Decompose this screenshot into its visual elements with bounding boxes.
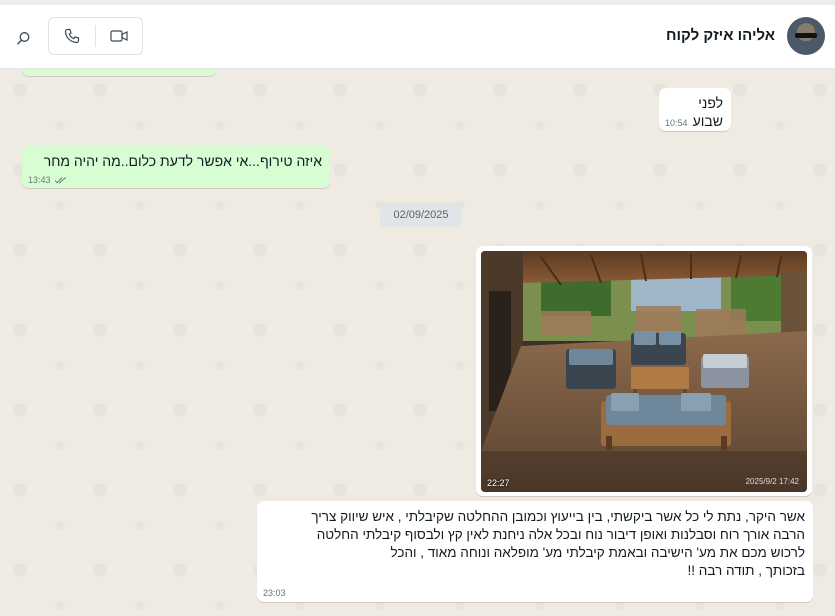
message-meta: 13:43 bbox=[28, 175, 67, 185]
partial-message-bubble[interactable] bbox=[22, 70, 216, 76]
voice-call-icon bbox=[64, 28, 80, 44]
date-divider: 02/09/2025 bbox=[380, 203, 462, 227]
message-time: 10:54 bbox=[665, 118, 688, 128]
contact-name[interactable]: אליהו איזק לקוח bbox=[666, 27, 775, 44]
message-time: 13:43 bbox=[28, 175, 51, 185]
voice-call-button[interactable] bbox=[49, 18, 95, 54]
patio-photo[interactable]: 22:27 2025/9/2 17:42 bbox=[481, 251, 807, 492]
search-button[interactable] bbox=[12, 27, 34, 49]
photo-time: 22:27 bbox=[487, 478, 510, 488]
message-time: 23:03 bbox=[263, 588, 286, 598]
chat-area[interactable]: לפני שבוע 10:54 איזה טירוף...אי אפשר לדע… bbox=[0, 70, 835, 616]
message-text: אשר היקר, נתת לי כל אשר ביקשתי, בין בייע… bbox=[311, 509, 805, 578]
message-bubble-incoming[interactable]: לפני שבוע 10:54 bbox=[659, 88, 731, 131]
call-button-group bbox=[48, 17, 143, 55]
long-message-bubble[interactable]: אשר היקר, נתת לי כל אשר ביקשתי, בין בייע… bbox=[257, 501, 813, 602]
video-call-button[interactable] bbox=[96, 18, 142, 54]
message-text: איזה טירוף...אי אפשר לדעת כלום..מה יהיה … bbox=[43, 153, 322, 169]
photo-message-bubble[interactable]: 22:27 2025/9/2 17:42 bbox=[476, 246, 812, 496]
video-call-icon bbox=[110, 30, 128, 42]
read-ticks-icon bbox=[54, 177, 66, 184]
patio-photo-illustration bbox=[481, 251, 807, 492]
message-bubble-outgoing[interactable]: איזה טירוף...אי אפשר לדעת כלום..מה יהיה … bbox=[22, 146, 330, 188]
photo-date-stamp: 2025/9/2 17:42 bbox=[745, 477, 799, 486]
avatar-glasses bbox=[795, 33, 817, 38]
chat-header: אליהו איזק לקוח bbox=[0, 5, 835, 69]
contact-avatar[interactable] bbox=[787, 17, 825, 55]
search-icon bbox=[16, 31, 29, 45]
